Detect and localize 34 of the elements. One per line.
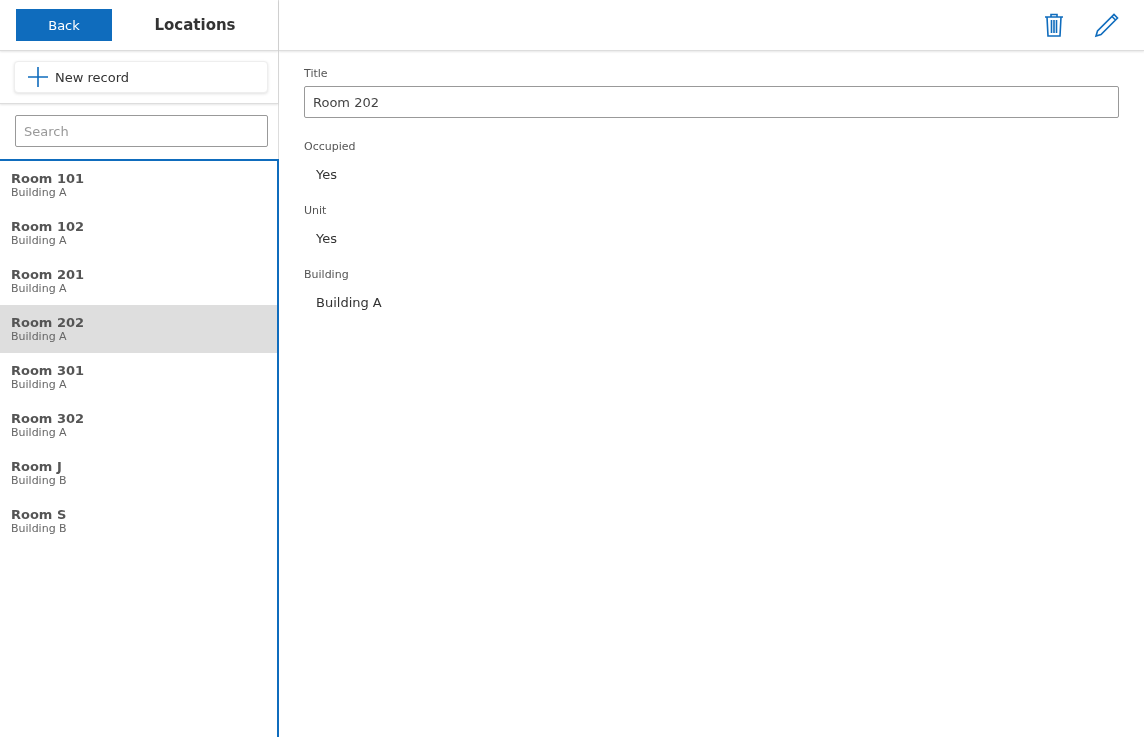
pencil-icon — [1094, 12, 1120, 38]
record-subtitle: Building A — [11, 282, 68, 295]
plus-icon — [27, 66, 49, 88]
field-value: Building A — [315, 294, 383, 312]
page-title: Locations — [153, 16, 237, 34]
record-title: Room S — [11, 507, 68, 522]
new-record-button[interactable]: New record — [14, 61, 268, 93]
field-value: Yes — [315, 166, 338, 184]
record-title: Room J — [11, 459, 63, 474]
record-title: Room 301 — [11, 363, 86, 378]
edit-button[interactable] — [1094, 12, 1120, 38]
title-field[interactable]: Room 202 — [304, 86, 1119, 118]
search-field[interactable]: Search — [15, 115, 268, 147]
record-subtitle: Building B — [11, 474, 68, 487]
back-button[interactable]: Back — [16, 9, 112, 41]
record-subtitle: Building A — [11, 330, 68, 343]
field-label: Building — [304, 268, 350, 281]
record-title: Room 101 — [11, 171, 86, 186]
record-subtitle: Building A — [11, 378, 68, 391]
field-label: Title — [304, 67, 329, 80]
record-subtitle: Building A — [11, 426, 68, 439]
record-list-item[interactable]: Room 202 Building A — [0, 305, 277, 353]
record-title: Room 102 — [11, 219, 86, 234]
record-subtitle: Building B — [11, 522, 68, 535]
delete-button[interactable] — [1044, 13, 1064, 37]
record-subtitle: Building A — [11, 186, 68, 199]
field-value: Yes — [315, 230, 338, 248]
record-subtitle: Building A — [11, 234, 68, 247]
field-label: Unit — [304, 204, 328, 217]
record-title: Room 201 — [11, 267, 86, 282]
record-title: Room 302 — [11, 411, 86, 426]
trash-icon — [1044, 13, 1064, 37]
field-label: Occupied — [304, 140, 357, 153]
record-title: Room 202 — [11, 315, 86, 330]
